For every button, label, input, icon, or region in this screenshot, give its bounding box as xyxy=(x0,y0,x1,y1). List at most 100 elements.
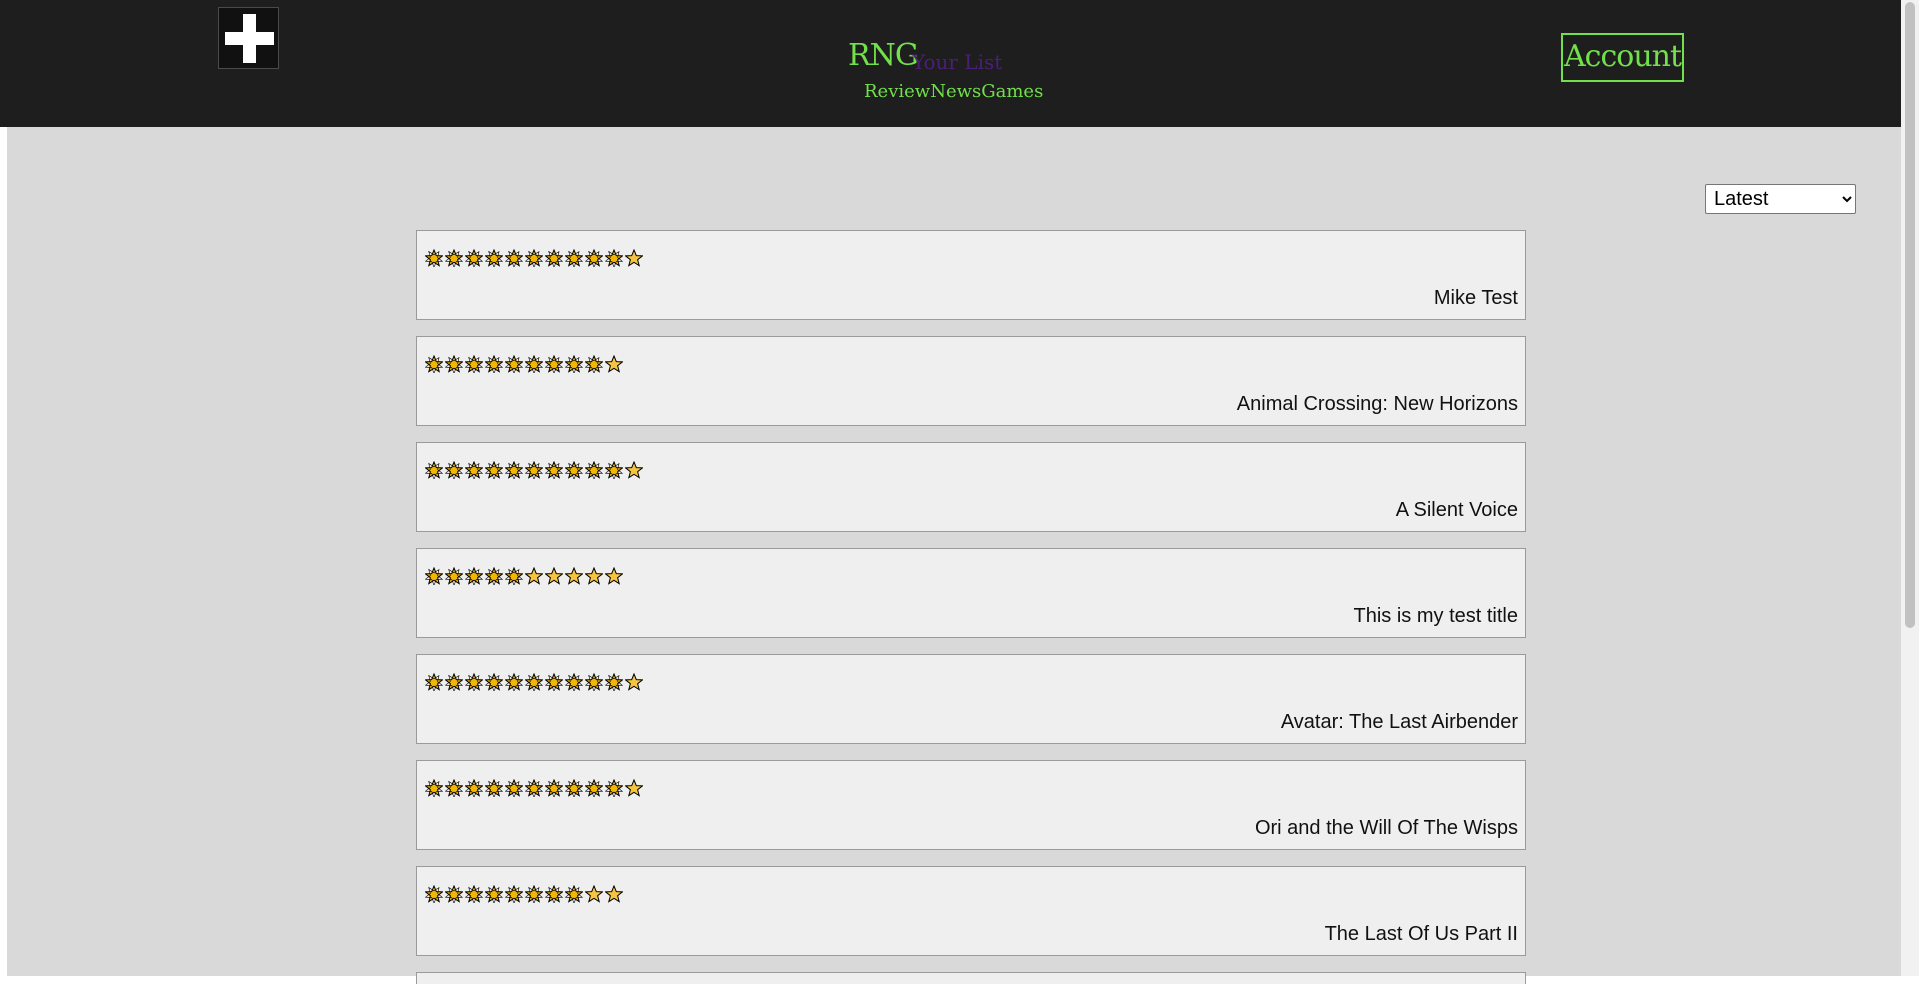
star-filled-icon xyxy=(484,884,504,905)
star-filled-icon xyxy=(564,672,584,693)
account-button[interactable]: Account xyxy=(1561,33,1684,82)
review-card[interactable]: Animal Crossing: New Horizons xyxy=(416,336,1526,426)
star-filled-icon xyxy=(424,672,444,693)
review-card[interactable]: The Last Of Us Part II xyxy=(416,866,1526,956)
star-filled-icon xyxy=(444,672,464,693)
add-review-button[interactable] xyxy=(218,7,279,69)
review-title: Animal Crossing: New Horizons xyxy=(1236,393,1518,415)
star-filled-icon xyxy=(464,778,484,799)
star-filled-icon xyxy=(464,460,484,481)
your-list-link[interactable]: Your List xyxy=(912,50,1002,74)
star-filled-icon xyxy=(444,460,464,481)
star-filled-icon xyxy=(444,248,464,269)
star-filled-icon xyxy=(504,460,524,481)
star-filled-icon xyxy=(444,566,464,587)
star-filled-icon xyxy=(424,566,444,587)
star-filled-icon xyxy=(564,884,584,905)
star-empty-icon xyxy=(604,354,624,373)
star-filled-icon xyxy=(424,460,444,481)
review-title: Avatar: The Last Airbender xyxy=(1280,711,1518,733)
star-filled-icon xyxy=(544,884,564,905)
sort-select[interactable]: Latest xyxy=(1705,184,1856,214)
star-filled-icon xyxy=(564,354,584,375)
star-filled-icon xyxy=(444,354,464,375)
star-filled-icon xyxy=(484,778,504,799)
star-rating xyxy=(424,460,644,481)
site-logo[interactable]: RNG xyxy=(848,38,919,73)
star-filled-icon xyxy=(584,778,604,799)
review-title: A Silent Voice xyxy=(1395,499,1518,521)
nav-games[interactable]: Games xyxy=(981,81,1043,102)
star-filled-icon xyxy=(484,566,504,587)
star-filled-icon xyxy=(604,248,624,269)
review-card[interactable]: This is my test title xyxy=(416,548,1526,638)
star-filled-icon xyxy=(484,354,504,375)
star-empty-icon xyxy=(624,248,644,267)
star-filled-icon xyxy=(584,354,604,375)
nav-news[interactable]: News xyxy=(930,81,981,102)
star-filled-icon xyxy=(564,460,584,481)
star-filled-icon xyxy=(504,672,524,693)
star-filled-icon xyxy=(524,672,544,693)
star-filled-icon xyxy=(424,778,444,799)
star-filled-icon xyxy=(544,354,564,375)
star-filled-icon xyxy=(424,354,444,375)
star-filled-icon xyxy=(524,354,544,375)
star-filled-icon xyxy=(504,566,524,587)
review-card[interactable]: Mike Test xyxy=(416,230,1526,320)
star-filled-icon xyxy=(524,778,544,799)
review-title: Ori and the Will Of The Wisps xyxy=(1254,817,1518,839)
star-filled-icon xyxy=(604,460,624,481)
star-filled-icon xyxy=(444,884,464,905)
star-filled-icon xyxy=(444,778,464,799)
star-filled-icon xyxy=(544,672,564,693)
star-empty-icon xyxy=(584,884,604,903)
star-rating xyxy=(424,248,644,269)
review-card[interactable] xyxy=(416,972,1526,984)
star-filled-icon xyxy=(484,460,504,481)
star-empty-icon xyxy=(624,778,644,797)
star-filled-icon xyxy=(424,884,444,905)
star-filled-icon xyxy=(524,884,544,905)
star-empty-icon xyxy=(604,884,624,903)
star-filled-icon xyxy=(484,672,504,693)
star-filled-icon xyxy=(524,248,544,269)
star-empty-icon xyxy=(544,566,564,585)
review-card[interactable]: Avatar: The Last Airbender xyxy=(416,654,1526,744)
star-rating xyxy=(424,778,644,799)
star-rating xyxy=(424,672,644,693)
star-empty-icon xyxy=(524,566,544,585)
review-card[interactable]: Ori and the Will Of The Wisps xyxy=(416,760,1526,850)
star-empty-icon xyxy=(564,566,584,585)
star-filled-icon xyxy=(604,672,624,693)
scrollbar[interactable] xyxy=(1901,0,1919,976)
star-rating xyxy=(424,354,624,375)
scrollbar-thumb[interactable] xyxy=(1905,2,1915,628)
main-nav: ReviewNewsGames xyxy=(864,81,1043,102)
star-filled-icon xyxy=(544,460,564,481)
star-filled-icon xyxy=(544,248,564,269)
nav-review[interactable]: Review xyxy=(864,81,930,102)
star-empty-icon xyxy=(584,566,604,585)
star-filled-icon xyxy=(584,672,604,693)
star-rating xyxy=(424,884,624,905)
review-title: Mike Test xyxy=(1433,287,1518,309)
star-filled-icon xyxy=(464,884,484,905)
star-filled-icon xyxy=(464,566,484,587)
star-filled-icon xyxy=(464,248,484,269)
star-filled-icon xyxy=(604,778,624,799)
review-card[interactable]: A Silent Voice xyxy=(416,442,1526,532)
site-header: RNG Your List ReviewNewsGames Account xyxy=(0,0,1901,127)
star-empty-icon xyxy=(624,460,644,479)
star-filled-icon xyxy=(564,778,584,799)
star-empty-icon xyxy=(624,672,644,691)
star-filled-icon xyxy=(464,354,484,375)
star-filled-icon xyxy=(504,884,524,905)
brand: RNG Your List xyxy=(848,38,1002,74)
star-filled-icon xyxy=(584,248,604,269)
star-filled-icon xyxy=(504,778,524,799)
star-filled-icon xyxy=(504,354,524,375)
star-empty-icon xyxy=(604,566,624,585)
star-filled-icon xyxy=(584,460,604,481)
star-filled-icon xyxy=(564,248,584,269)
